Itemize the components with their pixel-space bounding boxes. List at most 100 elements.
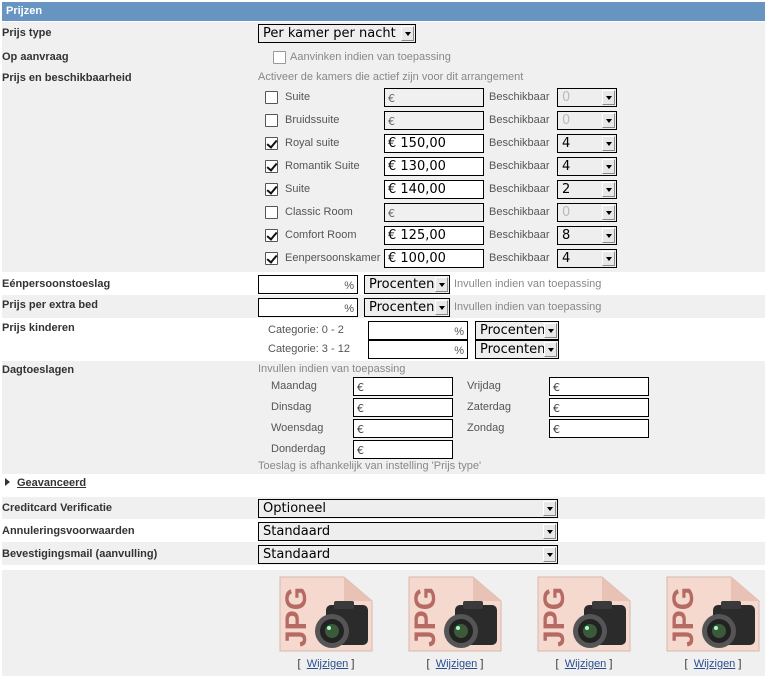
room-checkbox[interactable] <box>265 160 278 173</box>
room-availability-select[interactable]: 4 <box>557 249 617 268</box>
room-checkbox[interactable] <box>265 252 278 265</box>
kinderen-cat-1-input[interactable]: % <box>368 340 468 359</box>
prijs-type-select[interactable]: Per kamer per nacht <box>258 24 416 43</box>
room-checkbox[interactable] <box>265 183 278 196</box>
room-availability-value: 4 <box>562 251 571 266</box>
availability-label: Beschikbaar <box>489 183 550 195</box>
day-surcharge-input[interactable]: € <box>549 398 649 417</box>
availability-label: Beschikbaar <box>489 229 550 241</box>
percent-unit: % <box>344 280 354 292</box>
day-surcharge-input[interactable]: € <box>353 440 453 459</box>
section-title: Prijzen <box>6 5 43 17</box>
extra-bed-type-value: Procenten <box>369 300 435 315</box>
room-checkbox[interactable] <box>265 137 278 150</box>
chevron-down-icon <box>544 323 557 338</box>
room-checkbox[interactable] <box>265 91 278 104</box>
day-surcharge-input[interactable]: € <box>549 419 649 438</box>
room-availability-value: 2 <box>562 182 571 197</box>
bracket-open: [ <box>555 658 559 670</box>
room-price-input[interactable]: € <box>384 88 484 107</box>
photo-thumbnail: JPG <box>405 573 505 653</box>
extra-bed-type-select[interactable]: Procenten <box>364 298 450 317</box>
room-price-input[interactable]: € 140,00 <box>384 180 484 199</box>
kinderen-cat-1-select[interactable]: Procenten <box>475 340 559 359</box>
room-availability-select[interactable]: 8 <box>557 226 617 245</box>
annulering-value: Standaard <box>263 524 331 539</box>
room-availability-select[interactable]: 0 <box>557 203 617 222</box>
eenpersoons-input[interactable]: % <box>258 275 358 294</box>
room-checkbox[interactable] <box>265 206 278 219</box>
day-surcharge-input[interactable]: € <box>549 377 649 396</box>
day-surcharge-input[interactable]: € <box>353 398 453 417</box>
eenpersoons-type-select[interactable]: Procenten <box>364 275 450 294</box>
expand-triangle-icon[interactable] <box>5 478 10 486</box>
day-surcharge-input[interactable]: € <box>353 419 453 438</box>
annulering-label: Annuleringsvoorwaarden <box>2 525 135 537</box>
kinderen-cat-0-select[interactable]: Procenten <box>475 321 559 340</box>
creditcard-value: Optioneel <box>263 501 326 516</box>
chevron-down-icon <box>435 277 448 292</box>
photo-change-link-wrapper: [ Wijzigen ] <box>405 658 505 670</box>
room-price-input[interactable]: € <box>384 203 484 222</box>
room-availability-value: 0 <box>562 90 571 105</box>
kinderen-cat-0-label: Categorie: 0 - 2 <box>268 324 344 336</box>
room-checkbox[interactable] <box>265 114 278 127</box>
op-aanvraag-checkbox[interactable] <box>273 51 286 64</box>
room-availability-select[interactable]: 0 <box>557 111 617 130</box>
room-name: Suite <box>285 183 311 195</box>
annulering-select[interactable]: Standaard <box>258 522 558 541</box>
bracket-close: ] <box>738 658 742 670</box>
day-surcharge-input[interactable]: € <box>353 377 453 396</box>
jpg-file-icon: JPG <box>279 576 373 652</box>
chevron-down-icon <box>602 205 615 220</box>
availability-label: Beschikbaar <box>489 252 550 264</box>
extra-bed-label: Prijs per extra bed <box>2 299 98 311</box>
bracket-open: [ <box>426 658 430 670</box>
room-availability-value: 0 <box>562 113 571 128</box>
room-availability-select[interactable]: 4 <box>557 157 617 176</box>
kinderen-cat-0-type: Procenten <box>480 323 546 338</box>
chevron-down-icon <box>602 159 615 174</box>
extra-bed-input[interactable]: % <box>258 298 358 317</box>
percent-unit: % <box>454 326 464 338</box>
percent-unit: % <box>454 345 464 357</box>
day-label: Donderdag <box>271 443 326 455</box>
room-price-input[interactable]: € 125,00 <box>384 226 484 245</box>
jpg-label: JPG <box>280 587 313 647</box>
dagtoeslagen-hint: Invullen indien van toepassing <box>258 363 406 375</box>
day-label: Woensdag <box>271 422 324 434</box>
bevestiging-value: Standaard <box>263 547 331 562</box>
section-header: Prijzen <box>2 2 765 21</box>
geavanceerd-link[interactable]: Geavanceerd <box>17 477 86 489</box>
room-price-input[interactable]: € 130,00 <box>384 157 484 176</box>
jpg-file-icon: JPG <box>408 576 502 652</box>
room-price-input[interactable]: € <box>384 111 484 130</box>
prijs-type-value: Per kamer per nacht <box>263 26 396 41</box>
chevron-down-icon <box>544 342 557 357</box>
extra-bed-hint: Invullen indien van toepassing <box>454 301 602 313</box>
kinderen-cat-0-input[interactable]: % <box>368 321 468 340</box>
room-availability-value: 4 <box>562 159 571 174</box>
kinderen-cat-1-label: Categorie: 3 - 12 <box>268 343 350 355</box>
room-checkbox[interactable] <box>265 229 278 242</box>
wijzigen-link[interactable]: Wijzigen <box>436 658 478 670</box>
room-availability-select[interactable]: 4 <box>557 134 617 153</box>
beschikbaarheid-label: Prijs en beschikbaarheid <box>2 72 132 84</box>
eenpersoons-type-value: Procenten <box>369 277 435 292</box>
room-name: Romantik Suite <box>285 160 360 172</box>
wijzigen-link[interactable]: Wijzigen <box>565 658 607 670</box>
room-availability-value: 4 <box>562 136 571 151</box>
bracket-close: ] <box>480 658 484 670</box>
wijzigen-link[interactable]: Wijzigen <box>694 658 736 670</box>
day-label: Dinsdag <box>271 401 312 413</box>
jpg-label: JPG <box>667 587 700 647</box>
wijzigen-link[interactable]: Wijzigen <box>307 658 349 670</box>
bracket-open: [ <box>684 658 688 670</box>
bevestiging-select[interactable]: Standaard <box>258 545 558 564</box>
room-price-input[interactable]: € 150,00 <box>384 134 484 153</box>
creditcard-select[interactable]: Optioneel <box>258 499 558 518</box>
room-availability-select[interactable]: 2 <box>557 180 617 199</box>
room-availability-select[interactable]: 0 <box>557 88 617 107</box>
photo-thumbnail: JPG <box>276 573 376 653</box>
room-price-input[interactable]: € 100,00 <box>384 249 484 268</box>
